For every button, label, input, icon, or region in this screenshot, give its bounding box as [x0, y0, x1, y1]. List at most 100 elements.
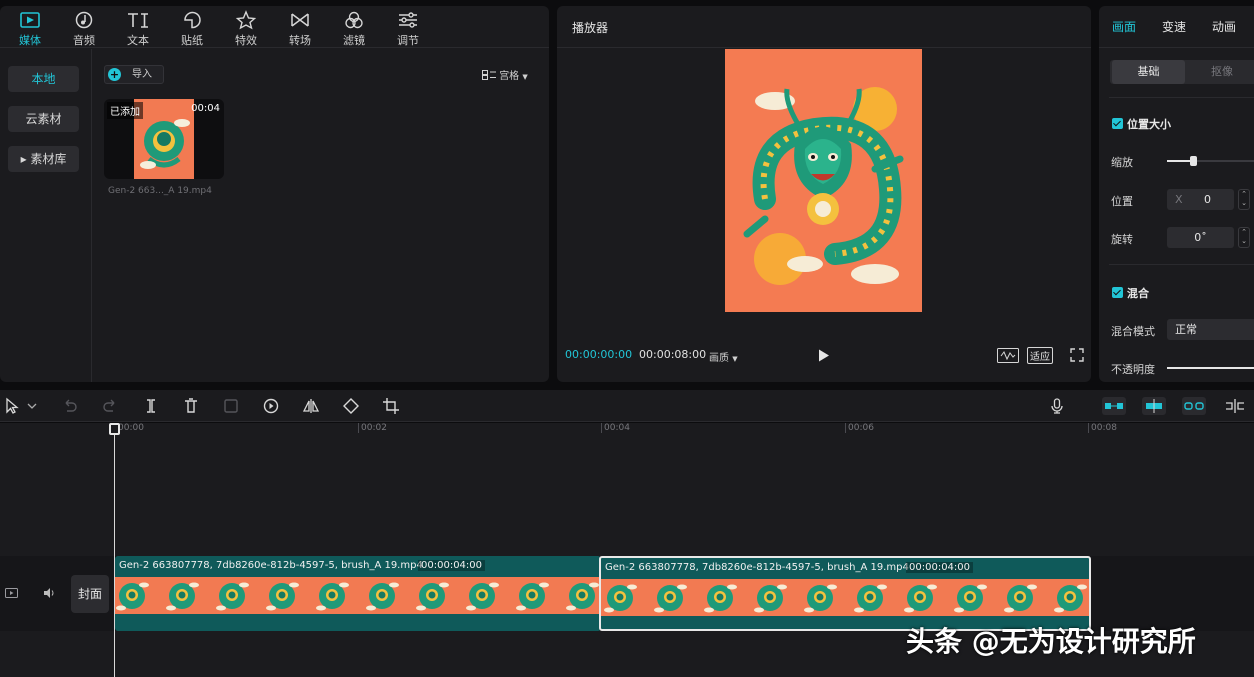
linkage-icon[interactable]: [1182, 397, 1206, 415]
blend-checkbox[interactable]: [1112, 287, 1123, 298]
ruler-tick: [601, 423, 602, 433]
ruler-label: 00:06: [848, 423, 874, 433]
nav-local[interactable]: 本地: [8, 66, 79, 92]
ruler-label: 00:00: [118, 423, 144, 433]
fit-ratio-button[interactable]: 适应: [1027, 347, 1053, 364]
rotation-value: 0˚: [1194, 231, 1207, 244]
player-header: 播放器: [557, 6, 1091, 48]
dragon-preview-image: [725, 49, 922, 312]
tab-animation[interactable]: 动画: [1212, 18, 1236, 35]
tab-effects[interactable]: 特效: [223, 6, 269, 48]
clip-name: Gen-2 663807778, 7db8260e-812b-4597-5, b…: [119, 560, 423, 571]
subtab-chroma-key[interactable]: 抠像: [1187, 60, 1254, 84]
tab-text[interactable]: 文本: [115, 6, 161, 48]
media-panel: 媒体 音频 文本 贴纸 特效 转场 滤镜 调节 本地 云素材 ▸ 素材库 + 导…: [0, 6, 549, 382]
timeline-toolbar: [0, 390, 1254, 422]
tab-adjust[interactable]: 调节: [385, 6, 431, 48]
scale-label: 缩放: [1111, 156, 1133, 169]
microphone-icon[interactable]: [1048, 397, 1066, 415]
main-track-magnet-icon[interactable]: [1102, 397, 1126, 415]
ruler-tick: [358, 423, 359, 433]
tab-filter[interactable]: 滤镜: [331, 6, 377, 48]
ruler-label: 00:02: [361, 423, 387, 433]
scale-slider-track[interactable]: [1167, 156, 1254, 166]
scale-slider-handle[interactable]: [1189, 156, 1197, 166]
tab-effects-label: 特效: [235, 34, 257, 47]
filter-icon: [345, 11, 363, 29]
mirror-icon[interactable]: [302, 397, 320, 415]
asset-duration: 00:04: [191, 103, 220, 114]
position-label: 位置: [1111, 195, 1133, 208]
waveform-icon[interactable]: [997, 348, 1019, 363]
ruler-tick: [845, 423, 846, 433]
tab-sticker-label: 贴纸: [181, 34, 203, 47]
timeline-clip[interactable]: Gen-2 663807778, 7db8260e-812b-4597-5, b…: [115, 556, 601, 631]
inspector-tab-bar: 画面 变速 动画: [1099, 6, 1254, 48]
current-time: 00:00:00:00: [565, 348, 633, 361]
clip-frame-strip: [601, 579, 1089, 616]
position-x-field[interactable]: X 0: [1167, 189, 1234, 210]
import-button[interactable]: + 导入: [104, 65, 164, 84]
split-icon[interactable]: [142, 397, 160, 415]
select-cursor-icon[interactable]: [4, 397, 22, 415]
ruler-tick: [1088, 423, 1089, 433]
tab-speed[interactable]: 变速: [1162, 18, 1186, 35]
watermark-text: 头条 @无为设计研究所: [906, 625, 1196, 658]
rotation-field[interactable]: 0˚: [1167, 227, 1234, 248]
ruler-label: 00:04: [604, 423, 630, 433]
clip-duration: 00:00:04:00: [906, 562, 974, 573]
tab-sticker[interactable]: 贴纸: [169, 6, 215, 48]
clip-duration: 00:00:04:00: [418, 560, 486, 571]
rotate-icon[interactable]: [342, 397, 360, 415]
freeze-icon[interactable]: [222, 397, 240, 415]
playhead-handle[interactable]: [109, 423, 120, 435]
divider: [1109, 97, 1254, 98]
divider: [1109, 264, 1254, 265]
asset-filename: Gen-2 663..._A 19.mp4: [108, 186, 212, 196]
fullscreen-icon[interactable]: [1070, 348, 1084, 362]
reverse-play-icon[interactable]: [262, 397, 280, 415]
tab-media-label: 媒体: [19, 34, 41, 47]
preview-canvas[interactable]: [725, 49, 922, 312]
preview-axis-icon[interactable]: [1224, 397, 1246, 415]
position-size-checkbox[interactable]: [1112, 118, 1123, 129]
undo-icon[interactable]: [61, 397, 79, 415]
ruler-label: 00:08: [1091, 423, 1117, 433]
media-asset-card[interactable]: 已添加 00:04: [104, 99, 224, 179]
position-x-stepper[interactable]: ⌃ ⌄: [1238, 189, 1250, 210]
player-panel: 播放器 00:00:00:00 00:00:08:00 画质 ▼ 适应: [557, 6, 1091, 382]
blend-mode-select[interactable]: 正常: [1167, 319, 1254, 340]
tab-picture[interactable]: 画面: [1112, 18, 1136, 35]
tab-audio[interactable]: 音频: [61, 6, 107, 48]
subtab-basic[interactable]: 基础: [1112, 60, 1185, 84]
speaker-icon[interactable]: [43, 587, 57, 599]
nav-cloud[interactable]: 云素材: [8, 106, 79, 132]
opacity-slider[interactable]: [1167, 367, 1254, 369]
clip-frame-images: [116, 582, 599, 611]
view-mode-dropdown[interactable]: 宫格 ▼: [482, 67, 528, 82]
nav-library[interactable]: ▸ 素材库: [8, 146, 79, 172]
asset-thumbnail: [134, 99, 194, 179]
clip-name: Gen-2 663807778, 7db8260e-812b-4597-5, b…: [605, 562, 909, 573]
redo-icon[interactable]: [101, 397, 119, 415]
chevron-down-icon[interactable]: [26, 397, 38, 415]
clip-frame-images: [604, 584, 1087, 613]
rotation-stepper[interactable]: ⌃ ⌄: [1238, 227, 1250, 248]
delete-icon[interactable]: [182, 397, 200, 415]
tab-media[interactable]: 媒体: [7, 6, 53, 48]
cover-button[interactable]: 封面: [71, 575, 109, 613]
play-icon[interactable]: [818, 349, 830, 362]
quality-dropdown[interactable]: 画质 ▼: [709, 349, 738, 364]
audio-icon: [75, 11, 93, 29]
tab-transition-label: 转场: [289, 34, 311, 47]
track-video-icon[interactable]: [5, 588, 18, 598]
crop-icon[interactable]: [382, 397, 400, 415]
media-icon: [20, 12, 40, 28]
playhead-line[interactable]: [114, 423, 115, 677]
auto-snap-icon[interactable]: [1142, 397, 1166, 415]
tab-transition[interactable]: 转场: [277, 6, 323, 48]
quality-label: 画质: [709, 353, 729, 364]
position-x-value: 0: [1204, 193, 1211, 206]
sticker-icon: [184, 11, 201, 29]
chevron-down-icon: ▼: [732, 355, 738, 363]
